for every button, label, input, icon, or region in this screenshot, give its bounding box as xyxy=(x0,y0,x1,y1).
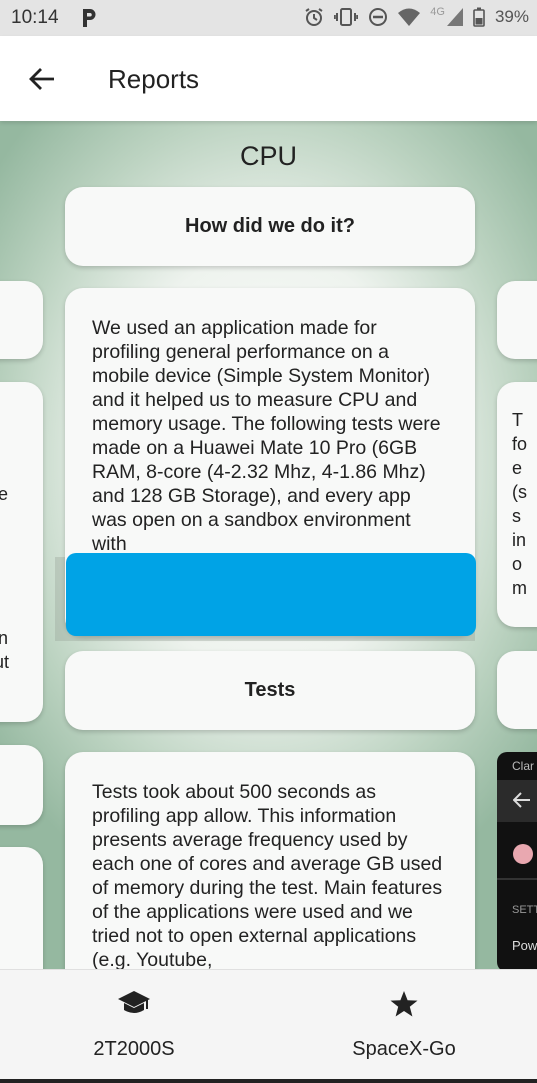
nav-item-2t2000s[interactable]: 2T2000S xyxy=(0,970,268,1083)
alarm-icon xyxy=(305,8,323,26)
phone-screenshot-thumbnail: Clar SETT Pow xyxy=(497,752,537,969)
status-bar: 10:14 4G 39% xyxy=(0,0,537,36)
tests-heading: Tests xyxy=(244,679,296,701)
network-type: 4G xyxy=(430,6,445,18)
left-peek-card[interactable] xyxy=(0,745,43,825)
wifi-icon xyxy=(398,8,421,26)
nav-item-spacex-go[interactable]: SpaceX-Go xyxy=(270,970,537,1083)
tests-heading-card[interactable]: Tests xyxy=(65,651,475,730)
left-peek-card[interactable] xyxy=(0,281,43,359)
battery-icon xyxy=(473,7,485,27)
left-peek-text: e xyxy=(0,484,9,504)
redaction-overlay xyxy=(66,553,476,636)
battery-percent: 39% xyxy=(494,7,529,26)
nav-label: SpaceX-Go xyxy=(352,1038,456,1060)
do-not-disturb-icon xyxy=(369,8,388,26)
how-heading: How did we do it? xyxy=(185,215,355,237)
graduation-cap-icon xyxy=(118,991,150,1013)
thumb-back-icon xyxy=(513,792,530,808)
left-peek-text: n xyxy=(0,628,9,648)
thumb-header: Clar xyxy=(512,759,535,773)
how-heading-card[interactable]: How did we do it? xyxy=(65,187,475,266)
thumb-avatar xyxy=(513,844,533,864)
left-peek-card[interactable]: e n ut xyxy=(0,382,43,722)
left-peek-card[interactable] xyxy=(0,847,43,969)
app-bar: Reports xyxy=(0,36,537,121)
status-time: 10:14 xyxy=(11,7,59,28)
thumb-section: SETT xyxy=(512,904,537,916)
reports-content[interactable]: CPU e n ut T fo e (s s in o m Clar SETT … xyxy=(0,121,537,969)
signal-icon xyxy=(446,8,463,26)
status-icons: 4G 39% xyxy=(304,6,529,27)
page-heading: CPU xyxy=(239,141,297,171)
bottom-navigation: 2T2000S SpaceX-Go xyxy=(0,969,537,1083)
parking-icon xyxy=(83,9,96,27)
right-peek-text: T fo e (s s in o m xyxy=(512,410,528,598)
right-peek-card[interactable]: T fo e (s s in o m xyxy=(497,382,537,627)
how-body-text: We used an application made for profilin… xyxy=(92,317,441,555)
tests-body-text: Tests took about 500 seconds as profilin… xyxy=(92,781,443,969)
star-icon xyxy=(390,991,418,1017)
right-peek-card[interactable] xyxy=(497,651,537,729)
bottom-edge xyxy=(0,1079,537,1083)
vibrate-icon xyxy=(334,8,359,26)
back-button[interactable] xyxy=(22,59,62,99)
tests-body-card[interactable]: Tests took about 500 seconds as profilin… xyxy=(65,752,475,969)
thumb-item: Pow xyxy=(512,938,537,953)
arrow-back-icon xyxy=(29,68,54,90)
nav-label: 2T2000S xyxy=(93,1038,175,1060)
right-peek-card[interactable] xyxy=(497,281,537,359)
left-peek-text: ut xyxy=(0,652,10,672)
app-title: Reports xyxy=(108,64,200,94)
